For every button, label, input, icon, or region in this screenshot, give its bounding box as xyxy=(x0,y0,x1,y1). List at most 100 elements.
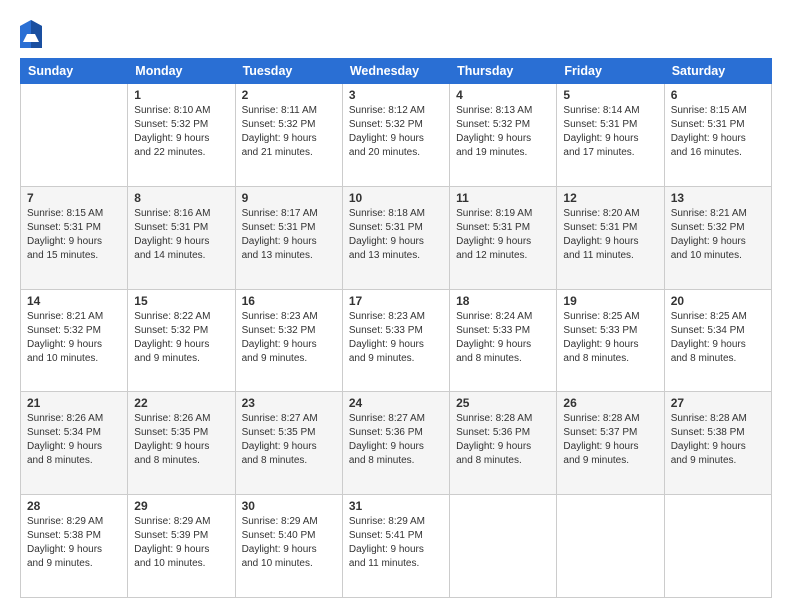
day-info: Sunrise: 8:26 AMSunset: 5:34 PMDaylight:… xyxy=(27,413,103,466)
day-info: Sunrise: 8:15 AMSunset: 5:31 PMDaylight:… xyxy=(671,105,747,158)
calendar-day-18: 18 Sunrise: 8:24 AMSunset: 5:33 PMDayligh… xyxy=(450,289,557,392)
day-number: 13 xyxy=(671,191,765,205)
day-number: 4 xyxy=(456,88,550,102)
day-number: 10 xyxy=(349,191,443,205)
day-info: Sunrise: 8:14 AMSunset: 5:31 PMDaylight:… xyxy=(563,105,639,158)
day-info: Sunrise: 8:29 AMSunset: 5:39 PMDaylight:… xyxy=(134,516,210,569)
day-number: 18 xyxy=(456,294,550,308)
logo xyxy=(20,22,44,48)
calendar-empty-cell xyxy=(664,495,771,598)
day-info: Sunrise: 8:23 AMSunset: 5:33 PMDaylight:… xyxy=(349,311,425,364)
day-number: 19 xyxy=(563,294,657,308)
day-info: Sunrise: 8:19 AMSunset: 5:31 PMDaylight:… xyxy=(456,208,532,261)
calendar-day-9: 9 Sunrise: 8:17 AMSunset: 5:31 PMDaylight… xyxy=(235,186,342,289)
day-info: Sunrise: 8:24 AMSunset: 5:33 PMDaylight:… xyxy=(456,311,532,364)
day-number: 5 xyxy=(563,88,657,102)
day-info: Sunrise: 8:26 AMSunset: 5:35 PMDaylight:… xyxy=(134,413,210,466)
calendar-day-28: 28 Sunrise: 8:29 AMSunset: 5:38 PMDayligh… xyxy=(21,495,128,598)
day-number: 25 xyxy=(456,396,550,410)
calendar-day-16: 16 Sunrise: 8:23 AMSunset: 5:32 PMDayligh… xyxy=(235,289,342,392)
header xyxy=(20,18,772,48)
day-number: 3 xyxy=(349,88,443,102)
day-number: 23 xyxy=(242,396,336,410)
calendar-week-row: 21 Sunrise: 8:26 AMSunset: 5:34 PMDayligh… xyxy=(21,392,772,495)
calendar-day-31: 31 Sunrise: 8:29 AMSunset: 5:41 PMDayligh… xyxy=(342,495,449,598)
day-info: Sunrise: 8:15 AMSunset: 5:31 PMDaylight:… xyxy=(27,208,103,261)
calendar-day-14: 14 Sunrise: 8:21 AMSunset: 5:32 PMDayligh… xyxy=(21,289,128,392)
day-number: 1 xyxy=(134,88,228,102)
calendar-day-21: 21 Sunrise: 8:26 AMSunset: 5:34 PMDayligh… xyxy=(21,392,128,495)
day-info: Sunrise: 8:10 AMSunset: 5:32 PMDaylight:… xyxy=(134,105,210,158)
day-info: Sunrise: 8:28 AMSunset: 5:36 PMDaylight:… xyxy=(456,413,532,466)
day-number: 27 xyxy=(671,396,765,410)
day-info: Sunrise: 8:23 AMSunset: 5:32 PMDaylight:… xyxy=(242,311,318,364)
calendar-day-23: 23 Sunrise: 8:27 AMSunset: 5:35 PMDayligh… xyxy=(235,392,342,495)
calendar-day-30: 30Sunrise: 8:29 AMSunset: 5:40 PMDayligh… xyxy=(235,495,342,598)
day-info: Sunrise: 8:13 AMSunset: 5:32 PMDaylight:… xyxy=(456,105,532,158)
calendar-day-15: 15 Sunrise: 8:22 AMSunset: 5:32 PMDayligh… xyxy=(128,289,235,392)
weekday-header-wednesday: Wednesday xyxy=(342,59,449,84)
calendar-day-24: 24 Sunrise: 8:27 AMSunset: 5:36 PMDayligh… xyxy=(342,392,449,495)
day-number: 20 xyxy=(671,294,765,308)
day-number: 11 xyxy=(456,191,550,205)
day-info: Sunrise: 8:28 AMSunset: 5:37 PMDaylight:… xyxy=(563,413,639,466)
logo-icon xyxy=(20,20,42,48)
day-number: 14 xyxy=(27,294,121,308)
day-number: 22 xyxy=(134,396,228,410)
calendar-day-20: 20Sunrise: 8:25 AMSunset: 5:34 PMDayligh… xyxy=(664,289,771,392)
weekday-header-friday: Friday xyxy=(557,59,664,84)
calendar-day-22: 22 Sunrise: 8:26 AMSunset: 5:35 PMDayligh… xyxy=(128,392,235,495)
calendar-week-row: 7Sunrise: 8:15 AMSunset: 5:31 PMDaylight… xyxy=(21,186,772,289)
calendar-day-4: 4 Sunrise: 8:13 AMSunset: 5:32 PMDaylight… xyxy=(450,84,557,187)
day-info: Sunrise: 8:17 AMSunset: 5:31 PMDaylight:… xyxy=(242,208,318,261)
day-info: Sunrise: 8:25 AMSunset: 5:33 PMDaylight:… xyxy=(563,311,639,364)
calendar-day-29: 29 Sunrise: 8:29 AMSunset: 5:39 PMDayligh… xyxy=(128,495,235,598)
day-number: 2 xyxy=(242,88,336,102)
calendar-empty-cell xyxy=(450,495,557,598)
calendar-day-3: 3 Sunrise: 8:12 AMSunset: 5:32 PMDaylight… xyxy=(342,84,449,187)
weekday-header-monday: Monday xyxy=(128,59,235,84)
calendar-day-19: 19 Sunrise: 8:25 AMSunset: 5:33 PMDayligh… xyxy=(557,289,664,392)
calendar-day-17: 17 Sunrise: 8:23 AMSunset: 5:33 PMDayligh… xyxy=(342,289,449,392)
weekday-header-row: SundayMondayTuesdayWednesdayThursdayFrid… xyxy=(21,59,772,84)
day-number: 24 xyxy=(349,396,443,410)
calendar-day-27: 27 Sunrise: 8:28 AMSunset: 5:38 PMDayligh… xyxy=(664,392,771,495)
calendar-empty-cell xyxy=(21,84,128,187)
day-number: 29 xyxy=(134,499,228,513)
calendar-day-10: 10 Sunrise: 8:18 AMSunset: 5:31 PMDayligh… xyxy=(342,186,449,289)
day-number: 17 xyxy=(349,294,443,308)
day-info: Sunrise: 8:27 AMSunset: 5:36 PMDaylight:… xyxy=(349,413,425,466)
day-info: Sunrise: 8:22 AMSunset: 5:32 PMDaylight:… xyxy=(134,311,210,364)
day-number: 21 xyxy=(27,396,121,410)
day-number: 12 xyxy=(563,191,657,205)
day-info: Sunrise: 8:29 AMSunset: 5:38 PMDaylight:… xyxy=(27,516,103,569)
day-info: Sunrise: 8:28 AMSunset: 5:38 PMDaylight:… xyxy=(671,413,747,466)
day-number: 30 xyxy=(242,499,336,513)
day-number: 16 xyxy=(242,294,336,308)
day-number: 28 xyxy=(27,499,121,513)
day-number: 8 xyxy=(134,191,228,205)
day-info: Sunrise: 8:21 AMSunset: 5:32 PMDaylight:… xyxy=(27,311,103,364)
day-info: Sunrise: 8:29 AMSunset: 5:41 PMDaylight:… xyxy=(349,516,425,569)
weekday-header-sunday: Sunday xyxy=(21,59,128,84)
calendar-day-8: 8 Sunrise: 8:16 AMSunset: 5:31 PMDaylight… xyxy=(128,186,235,289)
day-info: Sunrise: 8:20 AMSunset: 5:31 PMDaylight:… xyxy=(563,208,639,261)
day-info: Sunrise: 8:16 AMSunset: 5:31 PMDaylight:… xyxy=(134,208,210,261)
weekday-header-saturday: Saturday xyxy=(664,59,771,84)
day-number: 15 xyxy=(134,294,228,308)
day-number: 6 xyxy=(671,88,765,102)
calendar-day-7: 7Sunrise: 8:15 AMSunset: 5:31 PMDaylight… xyxy=(21,186,128,289)
weekday-header-tuesday: Tuesday xyxy=(235,59,342,84)
calendar-week-row: 14 Sunrise: 8:21 AMSunset: 5:32 PMDayligh… xyxy=(21,289,772,392)
day-info: Sunrise: 8:11 AMSunset: 5:32 PMDaylight:… xyxy=(242,105,317,158)
calendar-day-5: 5 Sunrise: 8:14 AMSunset: 5:31 PMDaylight… xyxy=(557,84,664,187)
day-info: Sunrise: 8:27 AMSunset: 5:35 PMDaylight:… xyxy=(242,413,318,466)
calendar-table: SundayMondayTuesdayWednesdayThursdayFrid… xyxy=(20,58,772,598)
calendar-empty-cell xyxy=(557,495,664,598)
day-info: Sunrise: 8:12 AMSunset: 5:32 PMDaylight:… xyxy=(349,105,425,158)
calendar-day-2: 2 Sunrise: 8:11 AMSunset: 5:32 PMDaylight… xyxy=(235,84,342,187)
day-number: 31 xyxy=(349,499,443,513)
weekday-header-thursday: Thursday xyxy=(450,59,557,84)
day-number: 9 xyxy=(242,191,336,205)
day-info: Sunrise: 8:18 AMSunset: 5:31 PMDaylight:… xyxy=(349,208,425,261)
